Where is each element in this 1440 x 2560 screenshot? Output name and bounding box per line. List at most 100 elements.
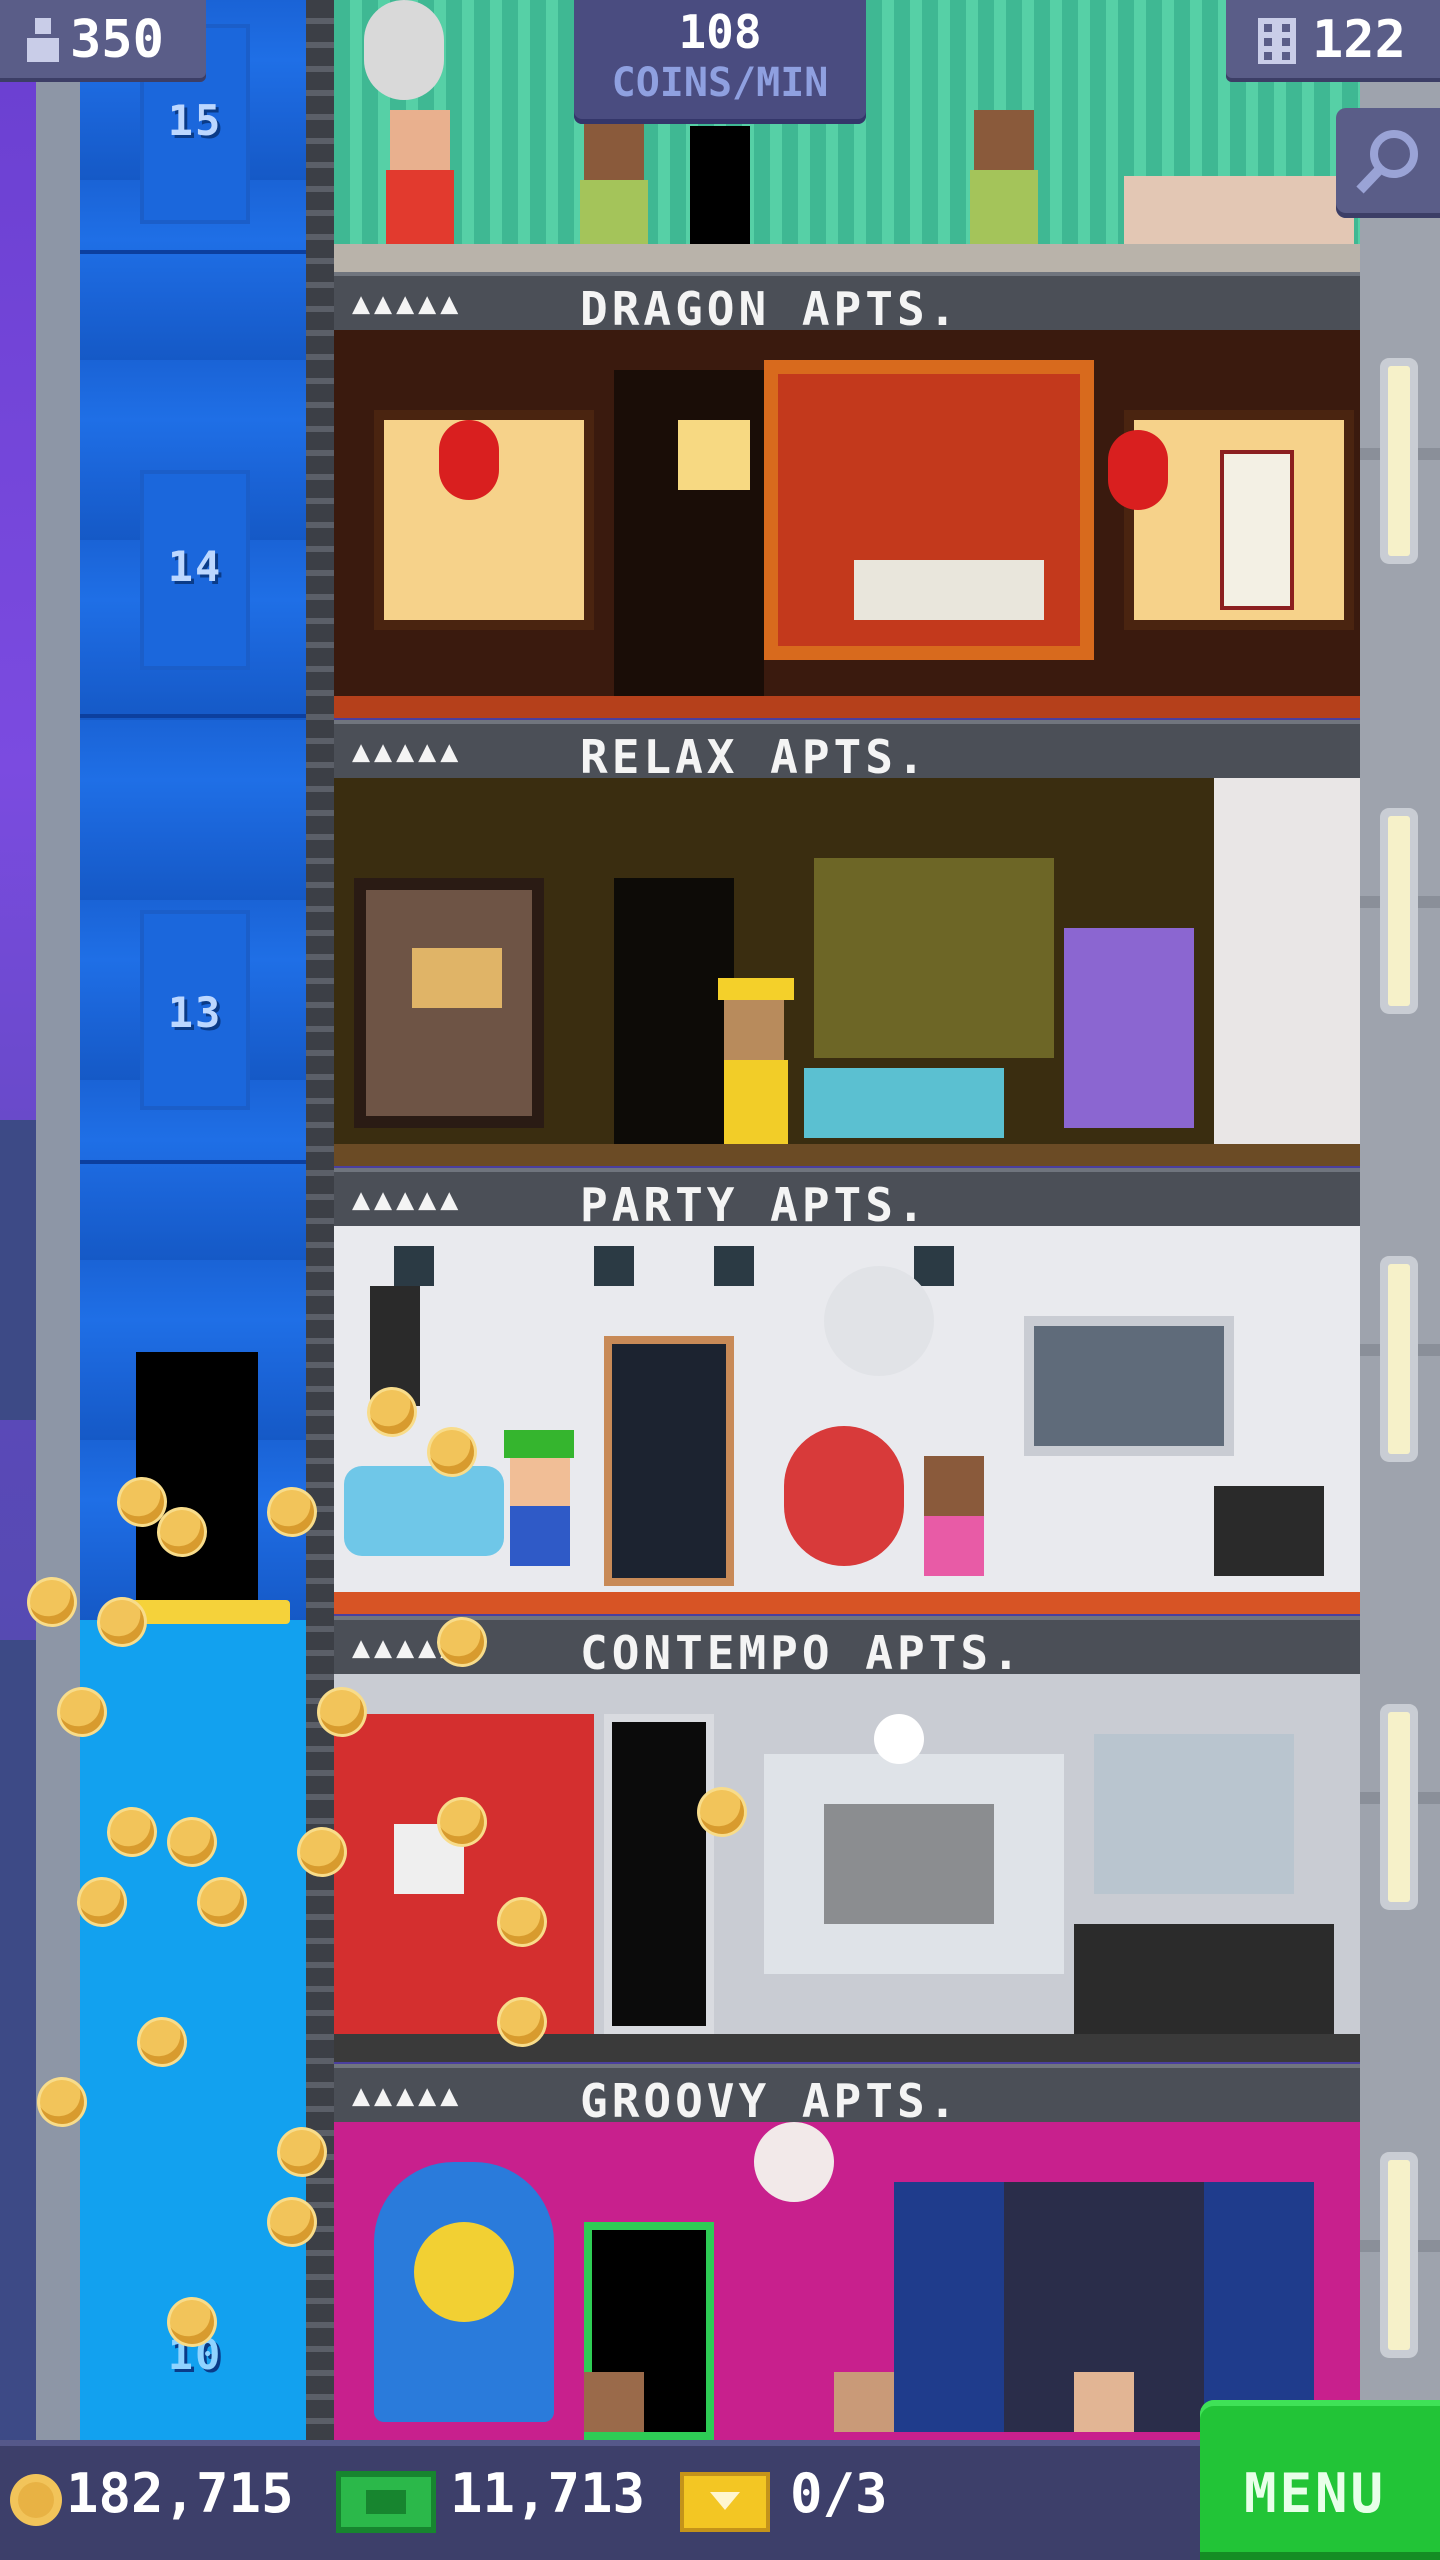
floor-groovy-apts[interactable] — [334, 2122, 1360, 2440]
elevator-floor-number: 15 — [167, 96, 223, 145]
population-value: 350 — [70, 10, 164, 70]
elevator-car[interactable] — [136, 1352, 258, 1608]
menu-button[interactable]: MENU — [1200, 2400, 1440, 2560]
person-icon — [27, 18, 59, 62]
floor-lamp — [412, 948, 502, 1008]
red-lantern — [1108, 430, 1168, 510]
floor-dragon-apts[interactable] — [334, 330, 1360, 718]
coin-rate-display: 108 COINS/MIN — [574, 0, 866, 124]
spotlight — [594, 1246, 634, 1286]
floor-stars: ▲▲▲▲▲ — [352, 286, 463, 321]
floor-stars: ▲▲▲▲▲ — [352, 734, 463, 769]
floor-base — [334, 244, 1360, 272]
peace-sign-icon — [414, 2222, 514, 2322]
magnifier-icon — [1356, 130, 1418, 194]
ticket-icon — [680, 2472, 770, 2532]
floor-banner[interactable]: ▲▲▲▲▲ PARTY APTS. — [334, 1168, 1360, 1232]
building-icon — [1258, 18, 1296, 64]
floor-banner[interactable]: ▲▲▲▲▲ CONTEMPO APTS. — [334, 1616, 1360, 1680]
floor-base — [334, 1144, 1360, 1166]
elevator-shaft-frame — [36, 0, 80, 2440]
floor-stars: ▲▲▲▲▲ — [352, 1182, 463, 1217]
resident-body — [386, 170, 454, 244]
resident-body — [580, 180, 648, 244]
speaker — [370, 1286, 420, 1406]
red-lantern — [439, 420, 499, 500]
resident[interactable] — [834, 2372, 894, 2432]
resident-hat — [718, 978, 794, 1000]
floor-banner[interactable]: ▲▲▲▲▲ RELAX APTS. — [334, 720, 1360, 784]
shaft-divider — [80, 714, 306, 718]
disco-ball — [824, 1266, 934, 1376]
doorway[interactable] — [690, 126, 750, 244]
doorway[interactable] — [604, 1714, 714, 2034]
floor-name: GROOVY APTS. — [580, 2074, 961, 2128]
union-jack-curtain — [1204, 2182, 1314, 2432]
kitchen-counter — [1124, 176, 1354, 244]
resident-cap — [504, 1430, 574, 1458]
spotlight — [754, 2122, 834, 2202]
menu-label: MENU — [1244, 2462, 1387, 2525]
floor-party-apts[interactable] — [334, 1226, 1360, 1614]
wall-lamp — [1388, 1712, 1410, 1902]
shelves — [1094, 1734, 1294, 1894]
egg-chair — [784, 1426, 904, 1566]
elevator-rail — [306, 0, 334, 2440]
floor-base — [334, 696, 1360, 718]
resident-body — [970, 170, 1038, 244]
pendant-light — [874, 1714, 924, 1764]
coins-value: 182,715 — [66, 2462, 294, 2525]
resident[interactable] — [584, 120, 644, 180]
floor-banner[interactable]: ▲▲▲▲▲ DRAGON APTS. — [334, 272, 1360, 336]
coin-rate-label: COINS/MIN — [611, 60, 829, 106]
resident[interactable] — [1074, 2372, 1134, 2432]
spotlight — [714, 1246, 754, 1286]
coin-icon — [10, 2474, 62, 2526]
sofa — [344, 1466, 504, 1556]
floor-name: RELAX APTS. — [580, 730, 929, 784]
spotlight — [914, 1246, 954, 1286]
floor-name: PARTY APTS. — [580, 1178, 929, 1232]
population-counter[interactable]: 350 — [0, 0, 206, 82]
floor-counter[interactable]: 122 — [1226, 0, 1440, 82]
shaft-divider — [80, 250, 306, 254]
cash-icon — [336, 2471, 436, 2533]
elevator-platform — [120, 1600, 290, 1624]
floor-stars: ▲▲▲▲▲ — [352, 2078, 463, 2113]
background-building — [0, 1120, 40, 1420]
tv-screen — [1024, 1316, 1234, 1456]
doorway[interactable] — [614, 878, 734, 1166]
resident[interactable] — [390, 110, 450, 170]
floor-contempo-apts[interactable] — [334, 1674, 1360, 2062]
zoom-button[interactable] — [1336, 108, 1440, 218]
floor-name: DRAGON APTS. — [580, 282, 961, 336]
accent-wall — [334, 1714, 594, 2034]
shaft-divider — [80, 1160, 306, 1164]
curtain — [1214, 778, 1360, 1144]
coin-rate-value: 108 — [678, 5, 762, 59]
wall-lamp — [1388, 2160, 1410, 2350]
doorway[interactable] — [604, 1336, 734, 1586]
calligraphy-scroll — [1220, 450, 1294, 610]
resident[interactable] — [924, 1456, 984, 1516]
wall-lamp — [1388, 366, 1410, 556]
tickets-value: 0/3 — [790, 2462, 888, 2525]
elevator-floor-number: 14 — [167, 542, 223, 591]
resident-body — [724, 1060, 788, 1144]
lamp — [678, 420, 750, 490]
wall-panel — [814, 858, 1054, 1058]
wall-art — [824, 1804, 994, 1924]
bed — [854, 560, 1044, 620]
floor-banner[interactable]: ▲▲▲▲▲ GROOVY APTS. — [334, 2064, 1360, 2128]
floor-relax-apts[interactable] — [334, 778, 1360, 1166]
resident[interactable] — [724, 1000, 784, 1060]
spotlight — [394, 1246, 434, 1286]
wall-lamp — [1388, 816, 1410, 1006]
floor-name: CONTEMPO APTS. — [580, 1626, 1024, 1680]
resident-body — [510, 1506, 570, 1566]
resident[interactable] — [974, 110, 1034, 170]
floor-base — [334, 2034, 1360, 2062]
floor-base — [334, 1592, 1360, 1614]
resident[interactable] — [584, 2372, 644, 2432]
sofa — [804, 1068, 1004, 1138]
